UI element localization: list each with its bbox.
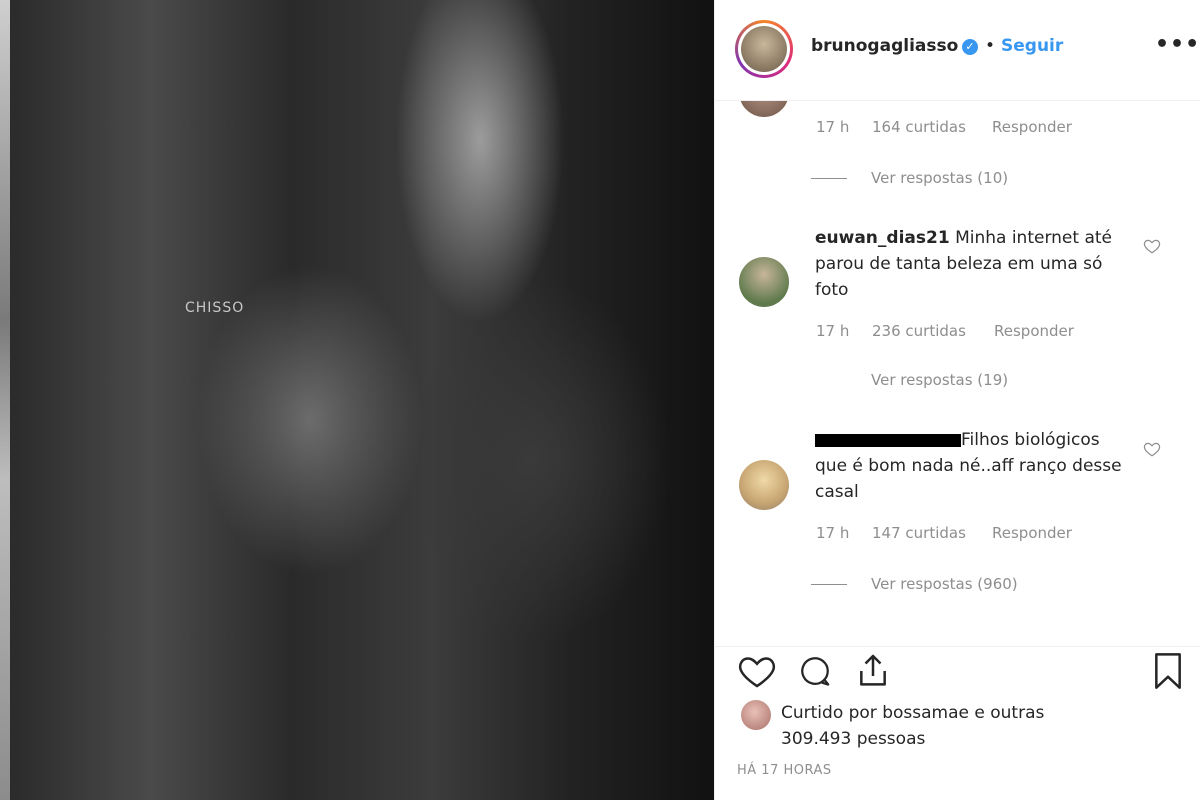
follow-button[interactable]: Seguir [1001,36,1063,56]
bookmark-icon[interactable] [1151,651,1185,691]
comment-time[interactable]: 17 h [816,118,849,136]
comment-heart-icon[interactable] [1143,440,1161,458]
comment-time[interactable]: 17 h [816,524,849,542]
profile-username[interactable]: brunogagliasso [811,36,958,56]
share-icon[interactable] [853,651,893,691]
comment-text: euwan_dias21 Minha internet até parou de… [815,225,1135,303]
left-edge-strip [0,0,10,800]
post-timestamp[interactable]: HÁ 17 HORAS [737,763,832,778]
comment-text: Filhos biológicos que é bom nada né..aff… [815,427,1135,505]
reply-button[interactable]: Responder [992,524,1072,542]
comment-time[interactable]: 17 h [816,322,849,340]
comment-username[interactable]: euwan_dias21 [815,228,950,248]
liked-by-user[interactable]: bossamae [882,703,969,723]
replies-divider [811,584,847,585]
comment-avatar[interactable] [739,460,789,510]
post-header: brunogagliasso ✓ • Seguir ••• [715,0,1200,101]
comment-likes[interactable]: 236 curtidas [872,322,966,340]
view-replies-link[interactable]: Ver respostas (19) [871,371,1008,389]
verified-icon: ✓ [962,39,978,55]
profile-avatar[interactable] [735,20,793,78]
view-replies-link[interactable]: Ver respostas (960) [871,575,1018,593]
replies-divider [811,178,847,179]
reply-button[interactable]: Responder [992,118,1072,136]
separator-dot: • [985,36,996,56]
comment-likes[interactable]: 164 curtidas [872,118,966,136]
liked-by-text: Curtido por bossamae e outras 309.493 pe… [781,700,1081,752]
reply-button[interactable]: Responder [994,322,1074,340]
post-photo[interactable]: CHISSO [0,0,714,800]
liked-by-avatar[interactable] [741,700,771,730]
comment-likes[interactable]: 147 curtidas [872,524,966,542]
tattoo-text: CHISSO [185,300,245,316]
comments-list[interactable]: 17 h 164 curtidas Responder Ver resposta… [715,101,1200,646]
liked-by-prefix: Curtido por [781,703,883,723]
view-replies-link[interactable]: Ver respostas (10) [871,169,1008,187]
photo-content [10,0,714,800]
redacted-username[interactable] [815,433,961,447]
comment-avatar[interactable] [739,101,789,117]
comment-heart-icon[interactable] [1143,237,1161,255]
comment-avatar[interactable] [739,257,789,307]
comment-icon[interactable] [797,653,833,689]
post-side-panel: brunogagliasso ✓ • Seguir ••• 17 h 164 c… [714,0,1200,800]
more-icon[interactable]: ••• [1155,32,1200,57]
heart-icon[interactable] [737,651,777,691]
